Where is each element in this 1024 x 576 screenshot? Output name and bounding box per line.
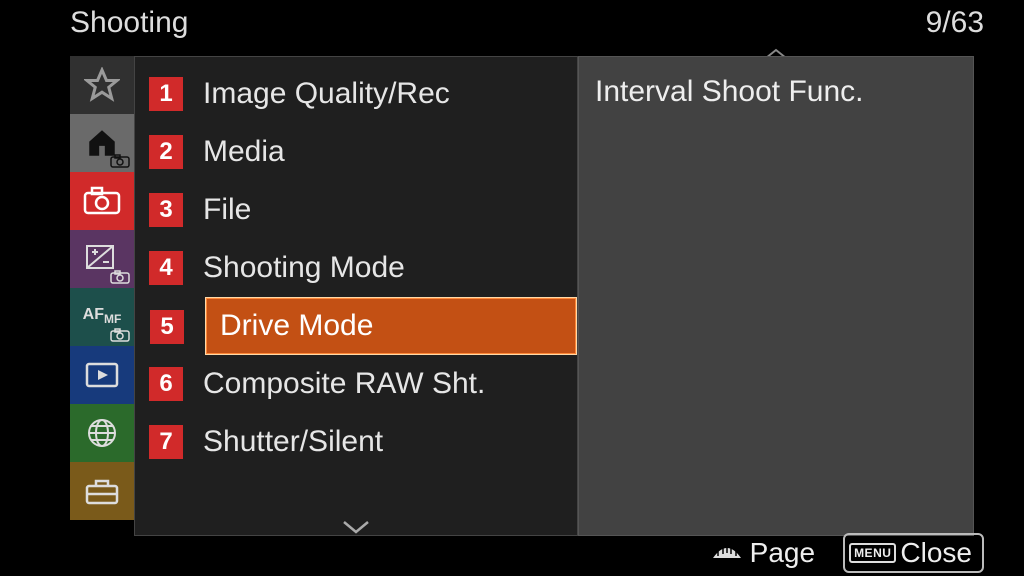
menu-number-badge: 5 (150, 310, 184, 344)
footer-bar: Page MENU Close (0, 534, 1024, 572)
menu-item-label: File (203, 193, 251, 227)
play-icon (84, 361, 120, 389)
menu-item-drive-mode[interactable]: 5 Drive Mode (205, 297, 577, 355)
menu-item-label: Media (203, 135, 285, 169)
camera-badge-icon (110, 328, 130, 342)
menu-item-shutter-silent[interactable]: 7 Shutter/Silent (135, 413, 577, 471)
detail-item[interactable]: Interval Shoot Func. (595, 75, 863, 108)
menu-list: 1 Image Quality/Rec 2 Media 3 File 4 Sho… (134, 56, 578, 536)
menu-item-file[interactable]: 3 File (135, 181, 577, 239)
star-icon (84, 67, 120, 103)
menu-item-composite-raw[interactable]: 6 Composite RAW Sht. (135, 355, 577, 413)
menu-number-badge: 4 (149, 251, 183, 285)
tab-focus[interactable]: AFMF (70, 288, 134, 346)
page-hint-label: Page (750, 537, 815, 569)
menu-number-badge: 7 (149, 425, 183, 459)
page-hint: Page (710, 537, 815, 569)
menu-button-badge: MENU (849, 543, 896, 563)
tab-favorites[interactable] (70, 56, 134, 114)
tab-setup[interactable] (70, 462, 134, 520)
menu-item-shooting-mode[interactable]: 4 Shooting Mode (135, 239, 577, 297)
menu-item-label: Drive Mode (220, 309, 373, 343)
close-button[interactable]: MENU Close (843, 533, 984, 573)
camera-icon (82, 186, 122, 216)
afmf-icon: AFMF (83, 308, 122, 326)
menu-item-label: Image Quality/Rec (203, 77, 450, 111)
category-tabs: AFMF (70, 56, 134, 520)
menu-item-label: Shooting Mode (203, 251, 405, 285)
close-button-label: Close (900, 537, 972, 569)
dial-icon (710, 537, 744, 569)
page-title: Shooting (70, 6, 188, 40)
toolbox-icon (84, 476, 120, 506)
menu-number-badge: 6 (149, 367, 183, 401)
menu-number-badge: 1 (149, 77, 183, 111)
camera-badge-icon (110, 154, 130, 168)
tab-exposure[interactable] (70, 230, 134, 288)
tab-network[interactable] (70, 404, 134, 462)
tab-playback[interactable] (70, 346, 134, 404)
globe-icon (85, 416, 119, 450)
camera-badge-icon (110, 270, 130, 284)
menu-item-label: Shutter/Silent (203, 425, 383, 459)
detail-panel: Interval Shoot Func. (578, 56, 974, 536)
page-indicator: 9/63 (926, 6, 984, 40)
tab-shooting[interactable] (70, 172, 134, 230)
menu-item-label: Composite RAW Sht. (203, 367, 485, 401)
menu-number-badge: 2 (149, 135, 183, 169)
menu-item-image-quality[interactable]: 1 Image Quality/Rec (135, 65, 577, 123)
tab-main[interactable] (70, 114, 134, 172)
menu-number-badge: 3 (149, 193, 183, 227)
menu-item-media[interactable]: 2 Media (135, 123, 577, 181)
